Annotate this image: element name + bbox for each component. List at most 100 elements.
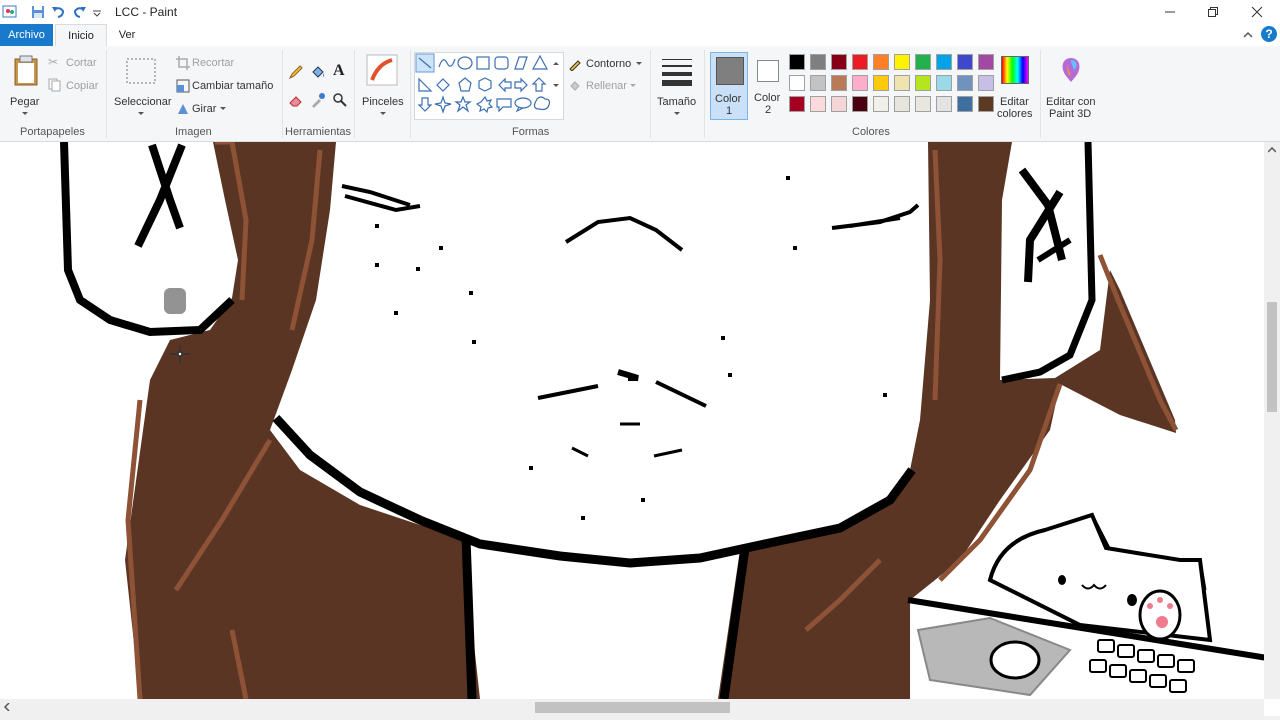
- palette-swatch[interactable]: [957, 54, 973, 70]
- select-button[interactable]: Seleccionar: [112, 50, 172, 120]
- color1-number: 1: [726, 105, 733, 117]
- paste-label: Pegar: [10, 96, 40, 108]
- palette-swatch[interactable]: [789, 54, 805, 70]
- brush-icon: [366, 54, 398, 86]
- quick-access-dropdown-icon[interactable]: [92, 8, 102, 18]
- tab-ver[interactable]: Ver: [110, 24, 144, 46]
- collapse-ribbon-icon[interactable]: [1242, 30, 1254, 40]
- palette-swatch[interactable]: [978, 96, 994, 112]
- outline-dropdown-icon[interactable]: [636, 62, 642, 66]
- pencil-icon[interactable]: [288, 64, 304, 80]
- cut-button[interactable]: ✂ Cortar: [48, 55, 104, 71]
- copy-button[interactable]: Copiar: [48, 78, 104, 94]
- drawing-canvas[interactable]: [0, 142, 1264, 699]
- fill-bucket-icon[interactable]: [310, 64, 326, 80]
- palette-swatch[interactable]: [810, 54, 826, 70]
- crop-icon: [176, 56, 190, 70]
- size-button[interactable]: Tamaño: [654, 50, 700, 120]
- redo-icon[interactable]: [72, 4, 88, 20]
- brushes-button[interactable]: Pinceles: [360, 50, 406, 120]
- fill-label: Rellenar: [586, 80, 627, 92]
- fill-dropdown-icon[interactable]: [630, 84, 636, 88]
- palette-swatch[interactable]: [852, 54, 868, 70]
- shapes-gallery-icons: [415, 53, 551, 114]
- palette-swatch[interactable]: [852, 96, 868, 112]
- paste-button[interactable]: Pegar: [6, 50, 44, 120]
- text-tool-icon[interactable]: A: [333, 62, 345, 80]
- palette-swatch[interactable]: [936, 96, 952, 112]
- palette-swatch[interactable]: [873, 75, 889, 91]
- palette-swatch[interactable]: [831, 96, 847, 112]
- palette-swatch[interactable]: [789, 75, 805, 91]
- tab-inicio[interactable]: Inicio: [55, 24, 107, 47]
- scroll-left-icon[interactable]: [4, 703, 10, 711]
- palette-swatch[interactable]: [915, 96, 931, 112]
- palette-swatch[interactable]: [957, 75, 973, 91]
- scroll-up-icon[interactable]: [1268, 147, 1276, 153]
- palette-swatch[interactable]: [873, 54, 889, 70]
- color1-button[interactable]: Color 1: [710, 52, 748, 120]
- edit-paint3d-button[interactable]: Editar con Paint 3D: [1044, 50, 1098, 120]
- horizontal-scroll-thumb[interactable]: [535, 702, 730, 713]
- horizontal-scrollbar[interactable]: [0, 699, 1264, 716]
- palette-swatch[interactable]: [957, 96, 973, 112]
- tab-archivo[interactable]: Archivo: [0, 24, 53, 46]
- help-icon[interactable]: ?: [1261, 26, 1277, 42]
- rotate-label: Girar: [192, 103, 217, 115]
- outline-button[interactable]: Contorno: [568, 56, 644, 72]
- color1-label: Color: [715, 93, 742, 105]
- color2-number: 2: [765, 104, 772, 116]
- selection-rectangle-icon: [126, 58, 156, 84]
- palette-swatch[interactable]: [894, 96, 910, 112]
- palette-swatch[interactable]: [810, 96, 826, 112]
- shapes-scroll-down-icon[interactable]: [553, 84, 559, 88]
- resize-button[interactable]: Cambiar tamaño: [176, 78, 276, 94]
- shapes-scroll-up-icon[interactable]: [553, 62, 559, 66]
- undo-icon[interactable]: [50, 4, 66, 20]
- select-label: Seleccionar: [114, 96, 172, 108]
- color2-button[interactable]: Color 2: [750, 52, 786, 118]
- shapes-gallery[interactable]: [414, 52, 564, 120]
- palette-swatch[interactable]: [894, 75, 910, 91]
- palette-swatch[interactable]: [915, 54, 931, 70]
- palette-swatch[interactable]: [978, 54, 994, 70]
- size-dropdown-icon[interactable]: [674, 112, 680, 116]
- restore-button[interactable]: [1190, 0, 1236, 24]
- eraser-icon[interactable]: [288, 92, 304, 108]
- paste-dropdown-icon[interactable]: [22, 112, 28, 116]
- crop-button[interactable]: Recortar: [176, 55, 246, 71]
- vertical-scroll-thumb[interactable]: [1267, 302, 1277, 412]
- rotate-button[interactable]: Girar: [176, 101, 236, 117]
- palette-swatch[interactable]: [852, 75, 868, 91]
- brushes-dropdown-icon[interactable]: [380, 112, 386, 116]
- status-bar: [0, 716, 1280, 720]
- color-picker-icon[interactable]: [310, 92, 326, 108]
- palette-swatch[interactable]: [789, 96, 805, 112]
- size-label: Tamaño: [657, 96, 697, 108]
- rotate-dropdown-icon[interactable]: [220, 107, 226, 111]
- palette-swatch[interactable]: [936, 75, 952, 91]
- palette-swatch[interactable]: [873, 96, 889, 112]
- ribbon-separator: [1040, 50, 1041, 138]
- vertical-scrollbar[interactable]: [1264, 142, 1280, 699]
- clipboard-icon: [14, 55, 38, 86]
- palette-swatch[interactable]: [831, 75, 847, 91]
- fill-button[interactable]: Rellenar: [568, 78, 644, 94]
- save-icon[interactable]: [30, 4, 46, 20]
- palette-swatch[interactable]: [810, 75, 826, 91]
- rainbow-icon: [1001, 56, 1029, 84]
- close-button[interactable]: [1234, 0, 1280, 24]
- select-dropdown-icon[interactable]: [138, 112, 144, 116]
- palette-swatch[interactable]: [831, 54, 847, 70]
- edit-colors-button[interactable]: Editar colores: [995, 50, 1035, 120]
- palette-swatch[interactable]: [894, 54, 910, 70]
- minimize-button[interactable]: [1147, 0, 1193, 24]
- line-size-icon: [662, 59, 692, 86]
- ribbon-tabs: Archivo Inicio Ver ?: [0, 24, 1280, 47]
- palette-swatch[interactable]: [936, 54, 952, 70]
- magnifier-icon[interactable]: [332, 92, 348, 108]
- palette-swatch[interactable]: [978, 75, 994, 91]
- canvas-artwork: [60, 142, 1264, 699]
- palette-swatch[interactable]: [915, 75, 931, 91]
- brushes-label: Pinceles: [362, 96, 404, 108]
